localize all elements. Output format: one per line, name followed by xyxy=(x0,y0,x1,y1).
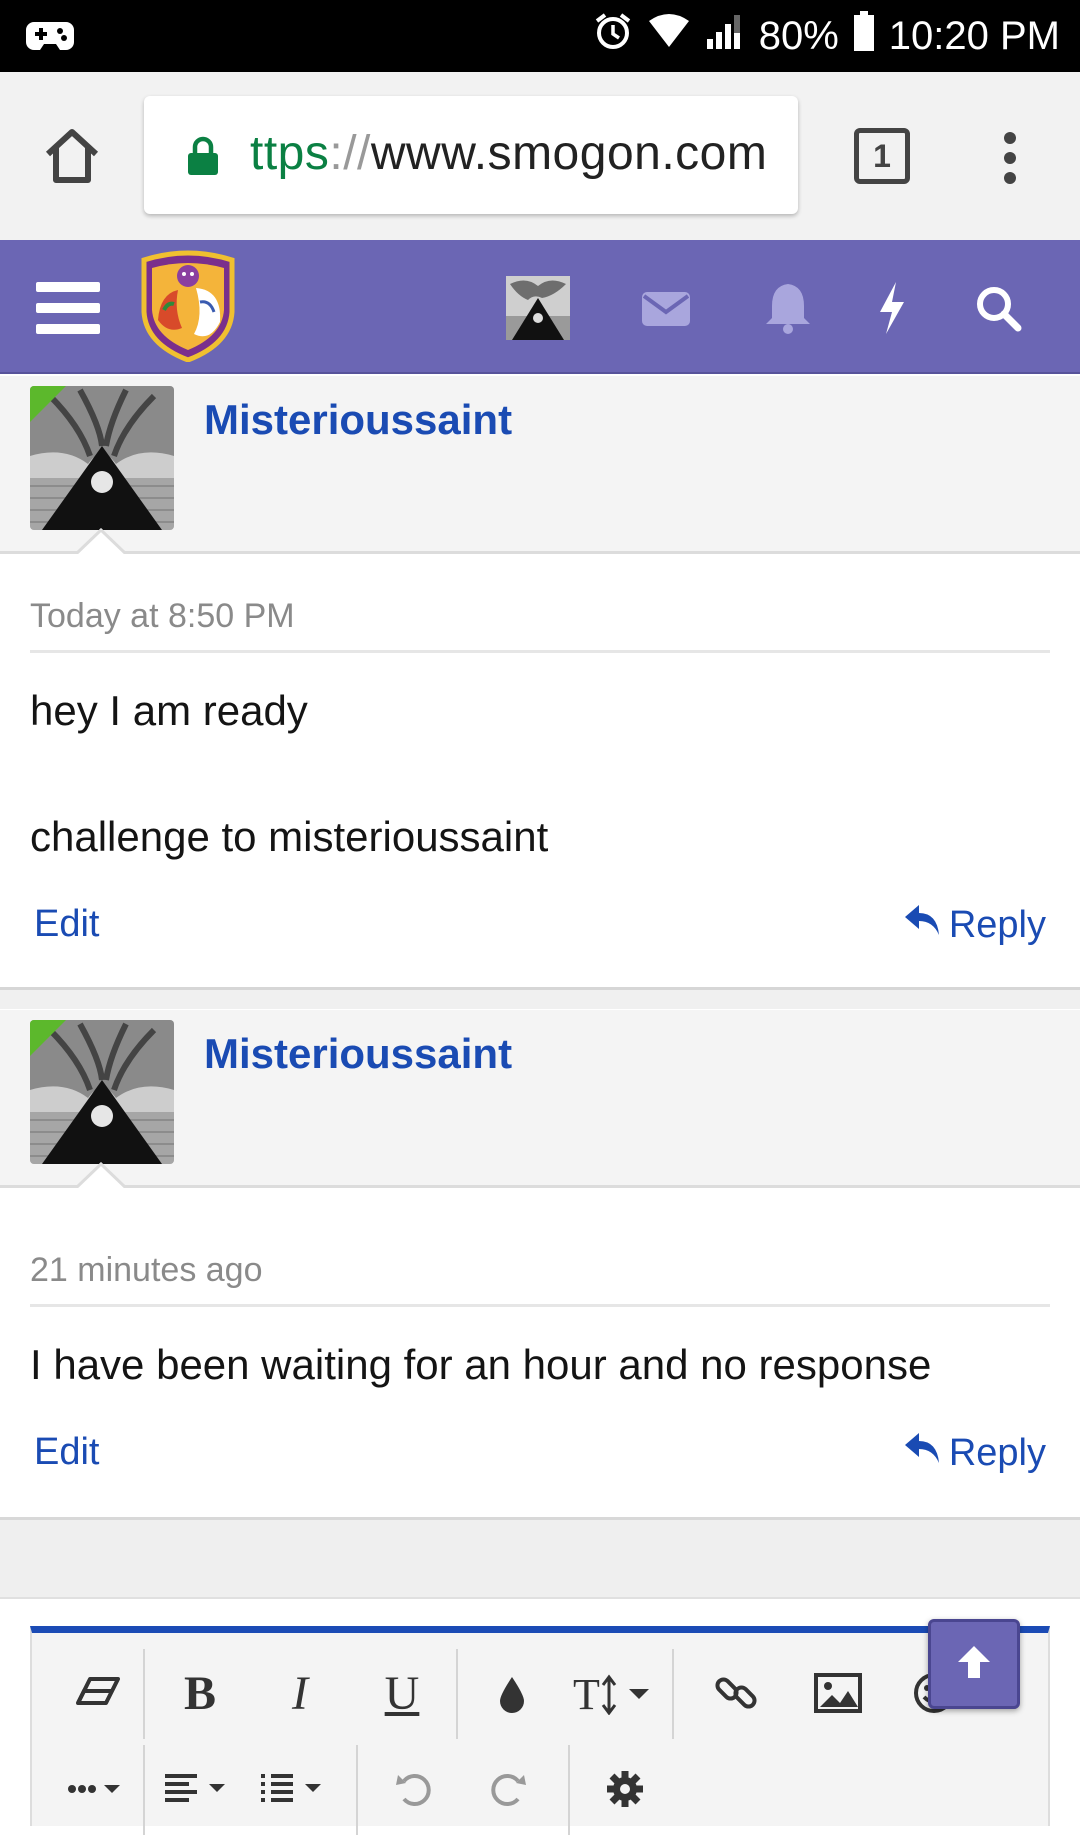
url-text: ttps://www.smogon.com xyxy=(250,126,767,181)
clock-time: 10:20 PM xyxy=(888,13,1060,58)
text-color-icon[interactable] xyxy=(472,1653,552,1733)
url-separator: :// xyxy=(329,127,371,180)
bell-icon[interactable] xyxy=(756,276,820,340)
reply-link[interactable]: Reply xyxy=(903,1431,1046,1475)
battery-percent: 80% xyxy=(758,13,839,58)
post-separator xyxy=(0,987,1080,1009)
search-icon[interactable] xyxy=(966,276,1030,340)
overflow-menu-icon[interactable] xyxy=(994,130,1026,186)
list-icon[interactable] xyxy=(254,1749,334,1829)
lightning-icon[interactable] xyxy=(860,276,924,340)
post-avatar[interactable] xyxy=(30,386,174,530)
align-icon[interactable] xyxy=(158,1749,238,1829)
home-icon[interactable] xyxy=(40,124,104,188)
post-avatar[interactable] xyxy=(30,1020,174,1164)
redo-icon[interactable] xyxy=(468,1749,548,1829)
post-message-line: hey I am ready xyxy=(30,687,308,734)
hamburger-menu-icon[interactable] xyxy=(36,282,100,334)
image-icon[interactable] xyxy=(798,1653,878,1733)
more-options-icon[interactable] xyxy=(56,1749,136,1829)
underline-button[interactable]: U xyxy=(362,1653,442,1733)
post-pointer xyxy=(76,528,126,554)
battery-icon xyxy=(853,11,875,61)
bold-button[interactable]: B xyxy=(160,1653,240,1733)
post-header: Misterioussaint xyxy=(0,1010,1080,1188)
italic-button[interactable]: I xyxy=(260,1653,340,1733)
reply-label: Reply xyxy=(948,1431,1046,1474)
divider xyxy=(30,650,1050,653)
post-username[interactable]: Misterioussaint xyxy=(204,396,512,444)
post-timestamp[interactable]: 21 minutes ago xyxy=(30,1251,263,1290)
eraser-icon[interactable] xyxy=(58,1653,138,1733)
font-size-icon[interactable]: T xyxy=(568,1653,668,1733)
post-body: 21 minutes ago I have been waiting for a… xyxy=(0,1191,1080,1517)
post-timestamp[interactable]: Today at 8:50 PM xyxy=(30,597,295,636)
post-message-line: challenge to misterioussaint xyxy=(30,813,549,860)
arrow-up-icon xyxy=(954,1642,994,1687)
wifi-icon xyxy=(647,13,691,59)
undo-icon[interactable] xyxy=(374,1749,454,1829)
reply-editor: B I U T xyxy=(30,1626,1050,1835)
edit-link[interactable]: Edit xyxy=(34,903,99,946)
post-header: Misterioussaint xyxy=(0,376,1080,554)
status-bar: 80% 10:20 PM xyxy=(0,0,1080,72)
url-bar[interactable]: ttps://www.smogon.com xyxy=(144,96,798,214)
browser-toolbar: ttps://www.smogon.com 1 xyxy=(0,72,1080,240)
svg-text:T: T xyxy=(573,1671,600,1715)
reply-arrow-icon xyxy=(903,1431,941,1475)
edit-link[interactable]: Edit xyxy=(34,1431,99,1474)
url-scheme: ttps xyxy=(250,127,330,180)
link-icon[interactable] xyxy=(696,1653,776,1733)
post-message-line: I have been waiting for an hour and no r… xyxy=(30,1341,932,1388)
settings-gear-icon[interactable] xyxy=(585,1749,665,1829)
lock-icon xyxy=(186,136,220,176)
reply-link[interactable]: Reply xyxy=(903,903,1046,947)
reply-label: Reply xyxy=(948,903,1046,946)
post-pointer xyxy=(76,1162,126,1188)
tab-switcher-button[interactable]: 1 xyxy=(854,128,910,184)
divider xyxy=(30,1304,1050,1307)
reply-arrow-icon xyxy=(903,903,941,947)
alarm-icon xyxy=(593,11,633,61)
user-avatar[interactable] xyxy=(506,276,570,340)
mail-icon[interactable] xyxy=(634,276,698,340)
post-username[interactable]: Misterioussaint xyxy=(204,1030,512,1078)
url-host: www.smogon.com xyxy=(370,127,768,180)
game-controller-icon xyxy=(26,16,74,56)
site-header xyxy=(0,240,1080,374)
signal-icon xyxy=(705,11,745,61)
smogon-logo[interactable] xyxy=(138,250,238,363)
composer-spacer xyxy=(0,1517,1080,1599)
scroll-to-top-button[interactable] xyxy=(928,1619,1020,1709)
post-body: Today at 8:50 PM hey I am ready challeng… xyxy=(0,557,1080,987)
